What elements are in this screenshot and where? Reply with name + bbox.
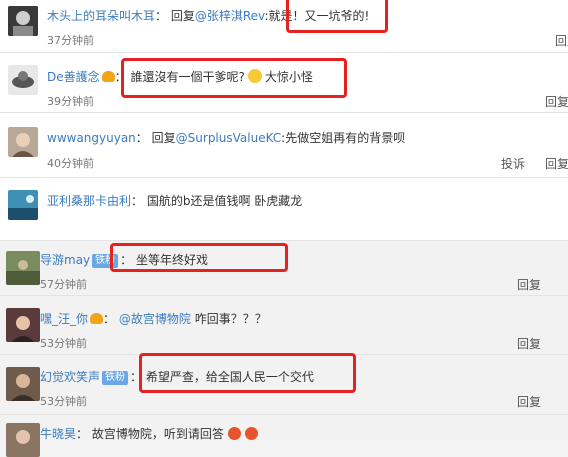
reply-button[interactable]: 回复 xyxy=(517,393,541,410)
report-button[interactable]: 投诉 xyxy=(501,155,525,172)
separator: ： xyxy=(76,427,89,441)
avatar[interactable] xyxy=(6,367,40,401)
comment-text: 咋回事？？？ xyxy=(190,312,267,326)
avatar[interactable] xyxy=(6,251,40,285)
timestamp: 57分钟前 xyxy=(40,278,87,291)
comment-row: 木头上的耳朵叫木耳： 回复@张梓淇Rev:就是！又一坑爷的! 37分钟前 回复 xyxy=(0,0,568,53)
comment-line: wwwangyuyan： 回复@SurplusValueKC:先做空姐再有的背景… xyxy=(47,130,405,146)
highlight-box xyxy=(110,243,288,272)
reply-button[interactable]: 回复 xyxy=(517,335,541,352)
comment-row: 牛晓昊： 故宫博物院，听到请回答 xyxy=(0,415,568,457)
avatar[interactable] xyxy=(6,308,40,342)
comment-text: 国航的b还是值钱啊 卧虎藏龙 xyxy=(146,194,303,208)
separator: ： xyxy=(135,131,148,145)
avatar[interactable] xyxy=(8,65,38,95)
mention-link[interactable]: @SurplusValueKC xyxy=(176,131,282,145)
reply-word: 回复 xyxy=(151,131,176,145)
username[interactable]: 牛晓昊 xyxy=(40,427,76,441)
separator: ： xyxy=(155,9,168,23)
username[interactable]: De善護念 xyxy=(47,70,100,84)
reply-word: 回复 xyxy=(170,9,195,23)
reply-button[interactable]: 回复 xyxy=(545,93,568,110)
highlight-box xyxy=(139,353,356,393)
comment-row: 亚利桑那卡由利： 国航的b还是值钱啊 卧虎藏龙 xyxy=(0,178,568,241)
username[interactable]: 木头上的耳朵叫木耳 xyxy=(47,9,155,23)
crown-icon xyxy=(90,313,104,324)
emoji-icon xyxy=(244,427,258,440)
highlight-box xyxy=(121,58,347,98)
avatar[interactable] xyxy=(8,190,38,220)
fan-badge: 铁粉 xyxy=(102,371,129,385)
comment-line: 牛晓昊： 故宫博物院，听到请回答 xyxy=(40,426,258,442)
avatar[interactable] xyxy=(8,127,38,157)
username[interactable]: 导游may xyxy=(40,253,90,267)
comment-text: :先做空姐再有的背景呗 xyxy=(281,131,406,145)
timestamp: 37分钟前 xyxy=(47,34,94,47)
mention-link[interactable]: @故宫博物院 xyxy=(119,312,191,326)
reply-button[interactable]: 回复 xyxy=(555,32,568,49)
mention-link[interactable]: @张梓淇Rev xyxy=(195,9,265,23)
avatar[interactable] xyxy=(8,6,38,36)
highlight-box xyxy=(286,0,388,33)
crown-icon xyxy=(101,71,115,82)
reply-button[interactable]: 回复 xyxy=(545,155,568,172)
timestamp: 53分钟前 xyxy=(40,337,87,350)
username[interactable]: 嘿_汪_你 xyxy=(40,312,88,326)
comment-text: 故宫博物院，听到请回答 xyxy=(91,427,224,441)
emoji-icon xyxy=(227,427,241,440)
reply-button[interactable]: 回复 xyxy=(517,276,541,293)
comment-row: wwwangyuyan： 回复@SurplusValueKC:先做空姐再有的背景… xyxy=(0,113,568,178)
separator: ： xyxy=(103,312,116,326)
avatar[interactable] xyxy=(6,423,40,457)
comment-row: 嘿_汪_你 ： @故宫博物院 咋回事？？？ 53分钟前 回复 xyxy=(0,296,568,355)
separator: ： xyxy=(131,194,144,208)
timestamp: 39分钟前 xyxy=(47,95,94,108)
timestamp: 40分钟前 xyxy=(47,157,94,170)
username[interactable]: 亚利桑那卡由利 xyxy=(47,194,131,208)
timestamp: 53分钟前 xyxy=(40,395,87,408)
comment-line: 亚利桑那卡由利： 国航的b还是值钱啊 卧虎藏龙 xyxy=(47,193,302,209)
comment-line: 嘿_汪_你 ： @故宫博物院 咋回事？？？ xyxy=(40,311,267,327)
username[interactable]: 幻觉欢笑声 xyxy=(40,370,100,384)
username[interactable]: wwwangyuyan xyxy=(47,131,136,145)
